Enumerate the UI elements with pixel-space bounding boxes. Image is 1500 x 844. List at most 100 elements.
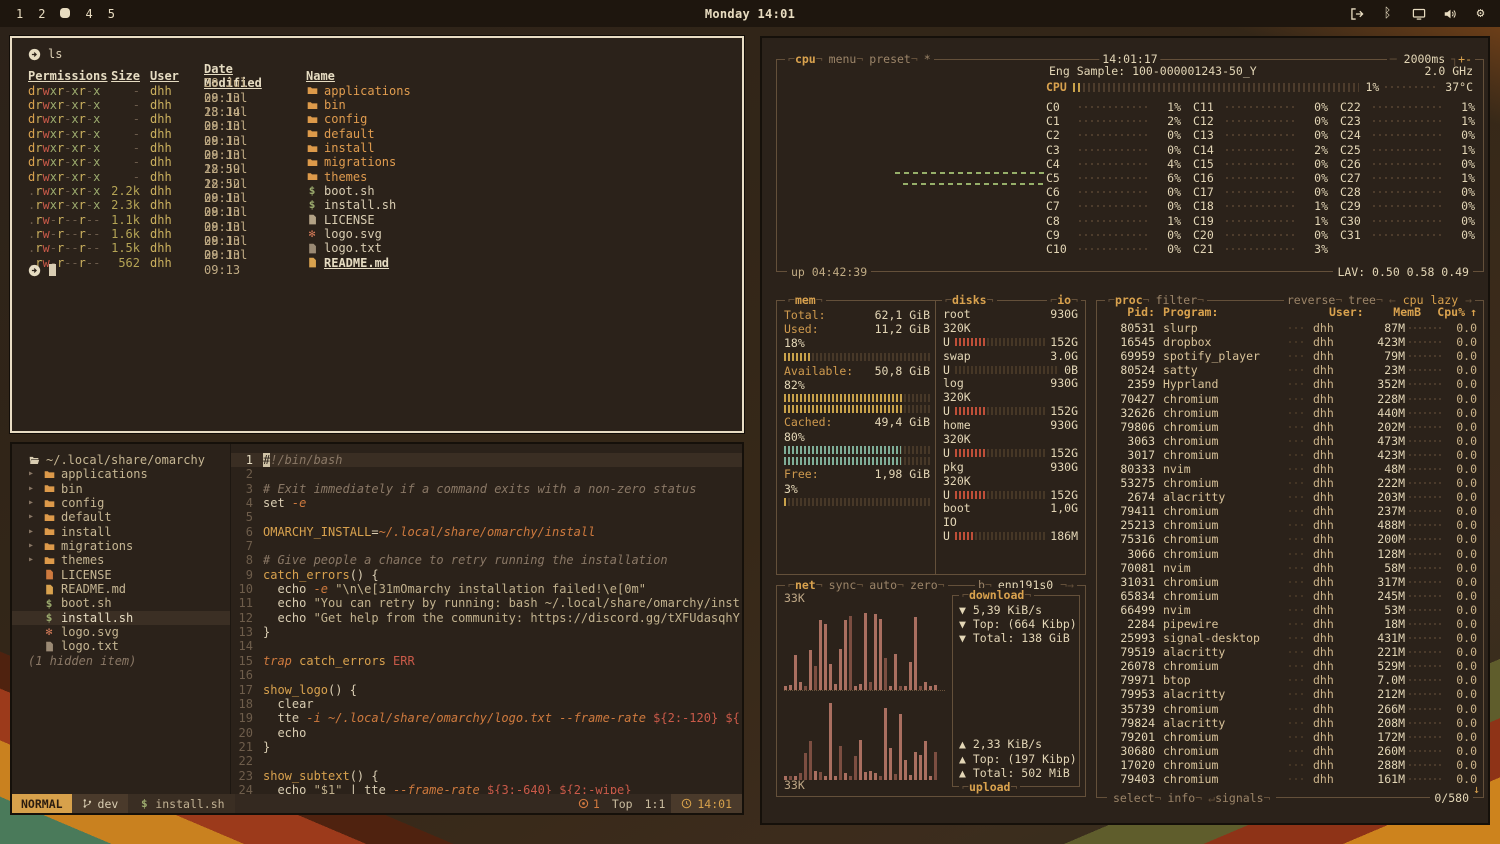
display-icon[interactable] [1411, 6, 1426, 21]
process-row-53275[interactable]: 53275chromiumdhh222M0.0 [1103, 476, 1477, 490]
process-row-2284[interactable]: 2284pipewiredhh18M0.0 [1103, 617, 1477, 631]
net-sync-button[interactable]: sync [826, 578, 867, 592]
tree-button[interactable]: tree [1345, 293, 1386, 307]
process-row-80524[interactable]: 80524sattydhh23M0.0 [1103, 363, 1477, 377]
process-row-79519[interactable]: 79519alacrittydhh221M0.0 [1103, 645, 1477, 659]
tree-item--1-hidden-item-[interactable]: (1 hidden item) [12, 654, 230, 668]
tree-item-themes[interactable]: ▸themes [12, 553, 230, 567]
info-button[interactable]: info [1164, 791, 1205, 805]
code-line-17: 17show_logo() { [231, 683, 742, 697]
system-monitor-window: cpu menu preset * 14:01:17 2000ms +- Eng… [760, 36, 1490, 825]
statusline: NORMAL dev $ install.sh 1 Top 1:1 [12, 794, 742, 813]
process-panel: proc filter reverse tree cpu lazy Pid: P… [1096, 300, 1484, 798]
process-row-25993[interactable]: 25993signal-desktopdhh431M0.0 [1103, 631, 1477, 645]
workspace-2[interactable]: 2 [38, 7, 45, 21]
process-row-3063[interactable]: 3063chromiumdhh473M0.0 [1103, 434, 1477, 448]
mem-stat-available: Available:50,8 GiB [784, 364, 930, 378]
signals-button[interactable]: signals [1205, 791, 1273, 805]
process-table-header[interactable]: Pid: Program: User: MemB Cpu% ↑ [1103, 305, 1477, 319]
scroll-down-icon[interactable]: ↓ [1473, 782, 1480, 796]
disk-pkg: pkg930G [943, 460, 1078, 474]
filter-button[interactable]: filter [1153, 293, 1207, 307]
process-row-79403[interactable]: 79403chromiumdhh161M0.0 [1103, 772, 1477, 784]
dir-icon [306, 100, 318, 111]
core-C16: C160% [1193, 171, 1328, 185]
sort-selector[interactable]: cpu lazy [1386, 293, 1475, 307]
dir-icon [306, 85, 318, 96]
core-C12: C120% [1193, 114, 1328, 128]
tree-item-LICENSE[interactable]: LICENSE [12, 568, 230, 582]
menu-button[interactable]: menu [826, 52, 867, 66]
settings-icon[interactable]: ⚙ [1473, 6, 1488, 21]
tree-item-logo.svg[interactable]: ✻logo.svg [12, 625, 230, 639]
process-row-25213[interactable]: 25213chromiumdhh488M0.0 [1103, 518, 1477, 532]
process-row-69959[interactable]: 69959spotify_playerdhh79M0.0 [1103, 349, 1477, 363]
workspace-4[interactable]: 4 [85, 7, 92, 21]
process-row-66499[interactable]: 66499nvimdhh53M0.0 [1103, 603, 1477, 617]
tree-item-logo.txt[interactable]: logo.txt [12, 639, 230, 653]
tree-item-default[interactable]: ▸default [12, 510, 230, 524]
process-row-30680[interactable]: 30680chromiumdhh260M0.0 [1103, 744, 1477, 758]
process-row-80333[interactable]: 80333nvimdhh48M0.0 [1103, 462, 1477, 476]
process-row-31031[interactable]: 31031chromiumdhh317M0.0 [1103, 575, 1477, 589]
code-editor[interactable]: 1#!/bin/bash23# Exit immediately if a co… [230, 444, 742, 794]
process-row-35739[interactable]: 35739chromiumdhh266M0.0 [1103, 702, 1477, 716]
tree-item-install[interactable]: ▸install [12, 525, 230, 539]
mem-meter [784, 498, 930, 506]
prompt-icon [28, 264, 41, 277]
workspace-3[interactable] [60, 7, 70, 21]
select-button[interactable]: select [1110, 791, 1164, 805]
process-row-2359[interactable]: 2359Hyprlanddhh352M0.0 [1103, 377, 1477, 391]
workspace-5[interactable]: 5 [108, 7, 115, 21]
process-row-32626[interactable]: 32626chromiumdhh440M0.0 [1103, 406, 1477, 420]
process-row-17020[interactable]: 17020chromiumdhh288M0.0 [1103, 758, 1477, 772]
process-row-70427[interactable]: 70427chromiumdhh228M0.0 [1103, 391, 1477, 405]
process-row-79971[interactable]: 79971btopdhh7.0M0.0 [1103, 673, 1477, 687]
tree-item-boot.sh[interactable]: $boot.sh [12, 596, 230, 610]
process-row-70081[interactable]: 70081nvimdhh58M0.0 [1103, 561, 1477, 575]
sort-arrow-icon: ↑ [1465, 305, 1477, 319]
diagnostic-icon [578, 798, 589, 809]
tree-item-config[interactable]: ▸config [12, 496, 230, 510]
workspace-1[interactable]: 1 [16, 7, 23, 21]
process-row-3066[interactable]: 3066chromiumdhh128M0.0 [1103, 547, 1477, 561]
process-row-3017[interactable]: 3017chromiumdhh423M0.0 [1103, 448, 1477, 462]
tree-item-install.sh[interactable]: $install.sh [12, 611, 230, 625]
process-row-26078[interactable]: 26078chromiumdhh529M0.0 [1103, 659, 1477, 673]
interval-controls[interactable]: +- [1448, 52, 1475, 66]
process-row-79953[interactable]: 79953alacrittydhh212M0.0 [1103, 687, 1477, 701]
tree-item-migrations[interactable]: ▸migrations [12, 539, 230, 553]
bluetooth-icon[interactable]: ᛒ [1380, 6, 1395, 21]
logout-icon[interactable] [1349, 6, 1364, 21]
net-graph [784, 602, 945, 780]
process-row-65834[interactable]: 65834chromiumdhh245M0.0 [1103, 589, 1477, 603]
process-row-79806[interactable]: 79806chromiumdhh202M0.0 [1103, 420, 1477, 434]
core-C8: C81% [1046, 214, 1181, 228]
terminal-cursor [49, 264, 56, 276]
file-listing: PermissionsSizeUserDate ModifiedNamedrwx… [28, 62, 742, 263]
volume-icon[interactable] [1442, 6, 1457, 21]
net-auto-button[interactable]: auto [866, 578, 907, 592]
dir-icon [306, 114, 318, 125]
tree-item--.local-share-omarchy[interactable]: ~/.local/share/omarchy [12, 453, 230, 467]
io-label[interactable]: io [1047, 293, 1081, 307]
tree-item-bin[interactable]: ▸bin [12, 482, 230, 496]
process-row-79824[interactable]: 79824alacrittydhh208M0.0 [1103, 716, 1477, 730]
process-row-79201[interactable]: 79201chromiumdhh172M0.0 [1103, 730, 1477, 744]
core-C30: C300% [1340, 214, 1475, 228]
preset-button[interactable]: preset [866, 52, 920, 66]
reverse-button[interactable]: reverse [1284, 293, 1345, 307]
net-zero-button[interactable]: zero [907, 578, 948, 592]
process-row-16545[interactable]: 16545dropboxdhh423M0.0 [1103, 335, 1477, 349]
process-row-80531[interactable]: 80531slurpdhh87M0.0 [1103, 321, 1477, 335]
desktop: 1245 Monday 14:01 ᛒ ⚙ ls Permissi [0, 0, 1500, 844]
disk-root: root930G [943, 307, 1078, 321]
editor-window: ~/.local/share/omarchy▸applications▸bin▸… [10, 442, 744, 815]
core-grid: C01%C12%C20%C30%C44%C56%C60%C70%C81%C90%… [1046, 100, 1475, 256]
mem-meter [784, 394, 930, 402]
process-row-75316[interactable]: 75316chromiumdhh200M0.0 [1103, 532, 1477, 546]
process-row-2674[interactable]: 2674alacrittydhh203M0.0 [1103, 490, 1477, 504]
tree-item-README.md[interactable]: README.md [12, 582, 230, 596]
tree-item-applications[interactable]: ▸applications [12, 467, 230, 481]
process-row-79411[interactable]: 79411chromiumdhh237M0.0 [1103, 504, 1477, 518]
